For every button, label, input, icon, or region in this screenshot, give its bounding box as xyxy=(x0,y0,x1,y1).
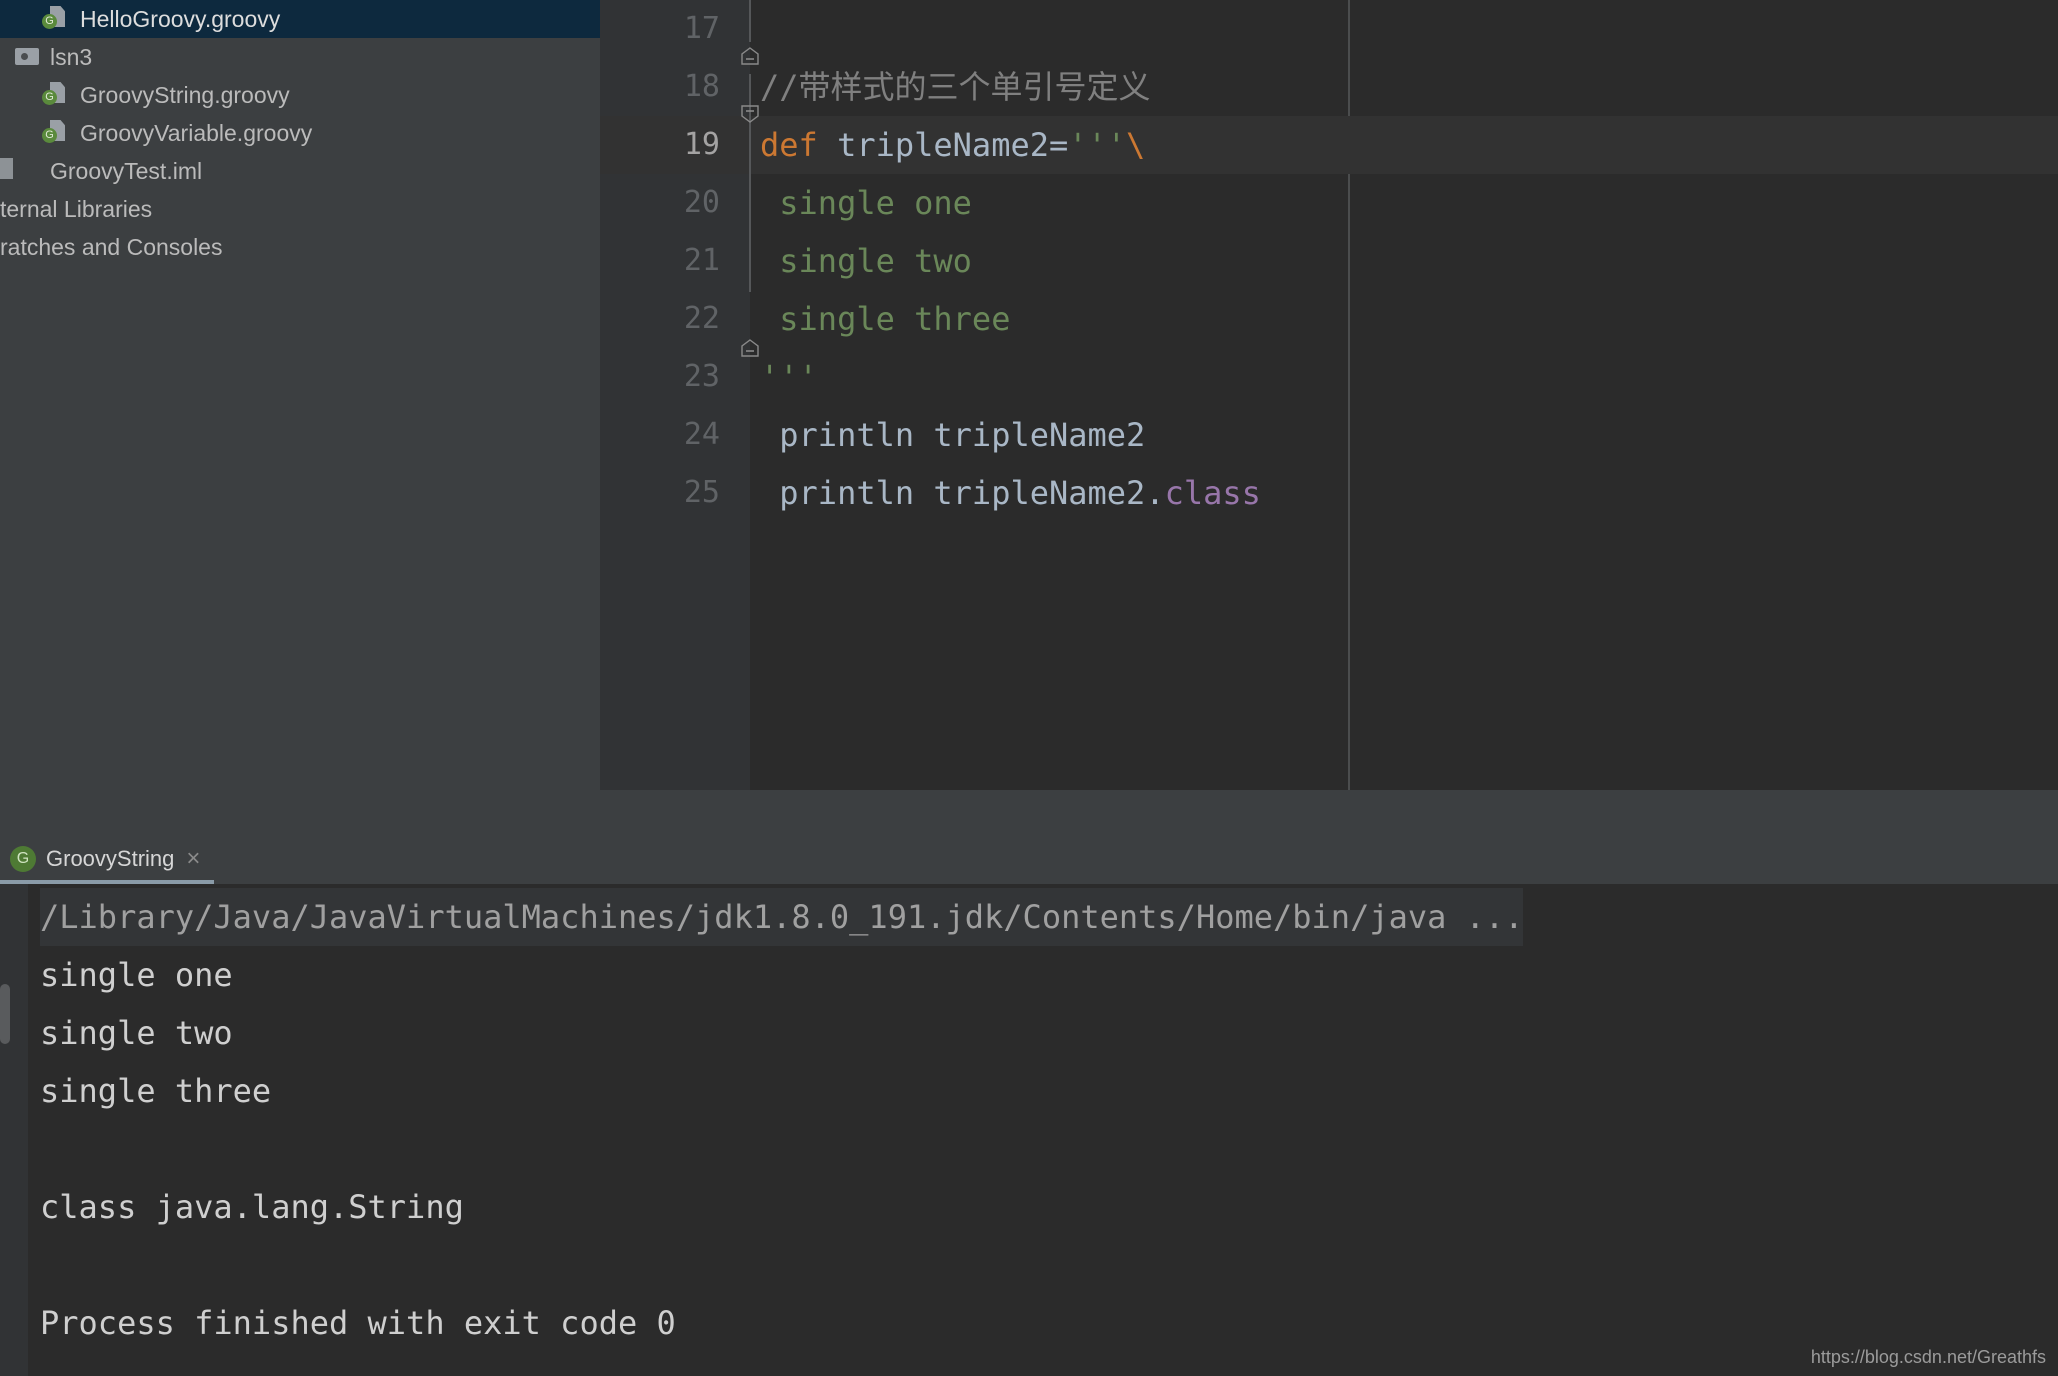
fold-collapse-icon-line19[interactable] xyxy=(740,104,760,124)
close-icon[interactable]: × xyxy=(186,847,200,871)
project-tool-window[interactable]: HelloGroovy.groovy lsn3 GroovyString.groov… xyxy=(0,0,600,834)
code-text: single one xyxy=(779,184,972,222)
line-number: 17 xyxy=(683,11,720,46)
run-tool-window: G GroovyString × /Library/Java/JavaVirtu… xyxy=(0,834,2058,1376)
line-number: 19 xyxy=(683,127,720,162)
line-number: 25 xyxy=(683,475,720,510)
code-line-20[interactable]: 20 single one xyxy=(600,174,2058,232)
console-scrollbar-thumb[interactable] xyxy=(0,984,10,1044)
iml-file-icon xyxy=(0,156,42,186)
tree-item-groovystring-groovy[interactable]: GroovyString.groovy xyxy=(0,76,600,114)
editor-and-project-area: HelloGroovy.groovy lsn3 GroovyString.groov… xyxy=(0,0,2058,834)
code-lines[interactable]: 17 18 //带样式的三个单引号定义 19 def tripleName2='''\ 2… xyxy=(600,0,2058,790)
console-output-line: class java.lang.String xyxy=(40,1188,464,1226)
tree-item-label: ternal Libraries xyxy=(0,195,153,222)
editor-bottom-strip xyxy=(600,790,2058,834)
tree-item-lsn3[interactable]: lsn3 xyxy=(0,38,600,76)
code-text: single three xyxy=(779,300,1011,338)
watermark: https://blog.csdn.net/Greathfs xyxy=(1810,1347,2046,1367)
tree-item-label: HelloGroovy.groovy xyxy=(80,5,281,32)
code-text: println tripleName2 xyxy=(779,416,1146,454)
code-text: println tripleName2.class xyxy=(779,474,1261,512)
code-line-21[interactable]: 21 single two xyxy=(600,232,2058,290)
run-tab-groovystring[interactable]: G GroovyString × xyxy=(0,834,215,884)
console-output-line: Process finished with exit code 0 xyxy=(40,1304,676,1342)
line-number: 22 xyxy=(683,301,720,336)
folder-icon xyxy=(12,42,42,72)
project-tree[interactable]: HelloGroovy.groovy lsn3 GroovyString.groov… xyxy=(0,0,600,266)
fold-collapse-icon-line18[interactable] xyxy=(740,46,760,66)
tree-item-label: GroovyVariable.groovy xyxy=(80,119,313,146)
fold-guide-line xyxy=(749,0,751,42)
tree-item-hellogroovy-groovy[interactable]: HelloGroovy.groovy xyxy=(0,0,600,38)
groovy-file-icon xyxy=(42,80,72,110)
code-line-19[interactable]: 19 def tripleName2='''\ xyxy=(600,116,2058,174)
line-number: 23 xyxy=(683,359,720,394)
line-number: 20 xyxy=(683,185,720,220)
tree-item-label: lsn3 xyxy=(50,43,93,70)
code-text: //带样式的三个单引号定义 xyxy=(760,68,1151,106)
code-text: ''' xyxy=(760,358,818,396)
tree-item-ternal-libraries[interactable]: ternal Libraries xyxy=(0,190,600,228)
run-tab-label: GroovyString xyxy=(46,846,175,871)
fold-collapse-icon-line23[interactable] xyxy=(740,338,760,358)
console-output[interactable]: /Library/Java/JavaVirtualMachines/jdk1.8… xyxy=(0,884,2058,1376)
line-number: 18 xyxy=(683,69,720,104)
code-line-24[interactable]: 24 println tripleName2 xyxy=(600,406,2058,464)
code-line-17[interactable]: 17 xyxy=(600,0,2058,58)
groovy-file-icon xyxy=(42,118,72,148)
ide-window: HelloGroovy.groovy lsn3 GroovyString.groov… xyxy=(0,0,2058,1376)
console-output-line: single one xyxy=(40,956,233,994)
groovy-run-icon: G xyxy=(10,846,36,872)
run-tab-bar[interactable]: G GroovyString × xyxy=(0,834,2058,884)
tree-item-label: ratches and Consoles xyxy=(0,233,223,260)
tree-item-label: GroovyTest.iml xyxy=(50,157,203,184)
tree-item-ratches-and-consoles[interactable]: ratches and Consoles xyxy=(0,228,600,266)
console-text: /Library/Java/JavaVirtualMachines/jdk1.8… xyxy=(40,888,1524,1352)
code-line-23[interactable]: 23 ''' xyxy=(600,348,2058,406)
tree-item-groovyvariable-groovy[interactable]: GroovyVariable.groovy xyxy=(0,114,600,152)
code-line-22[interactable]: 22 single three xyxy=(600,290,2058,348)
console-gutter xyxy=(0,884,28,1376)
line-number: 24 xyxy=(683,417,720,452)
code-text: single two xyxy=(779,242,972,280)
groovy-file-icon xyxy=(42,4,72,34)
line-number: 21 xyxy=(683,243,720,278)
tree-item-label: GroovyString.groovy xyxy=(80,81,290,108)
code-line-18[interactable]: 18 //带样式的三个单引号定义 xyxy=(600,58,2058,116)
console-output-line: single two xyxy=(40,1014,233,1052)
code-text: def tripleName2='''\ xyxy=(760,126,1146,164)
console-output-line: single three xyxy=(40,1072,272,1110)
code-line-25[interactable]: 25 println tripleName2.class xyxy=(600,464,2058,522)
console-command-line: /Library/Java/JavaVirtualMachines/jdk1.8… xyxy=(40,888,1524,946)
tree-item-groovytest-iml[interactable]: GroovyTest.iml xyxy=(0,152,600,190)
code-editor[interactable]: 17 18 //带样式的三个单引号定义 19 def tripleName2='''\ 2… xyxy=(600,0,2058,834)
